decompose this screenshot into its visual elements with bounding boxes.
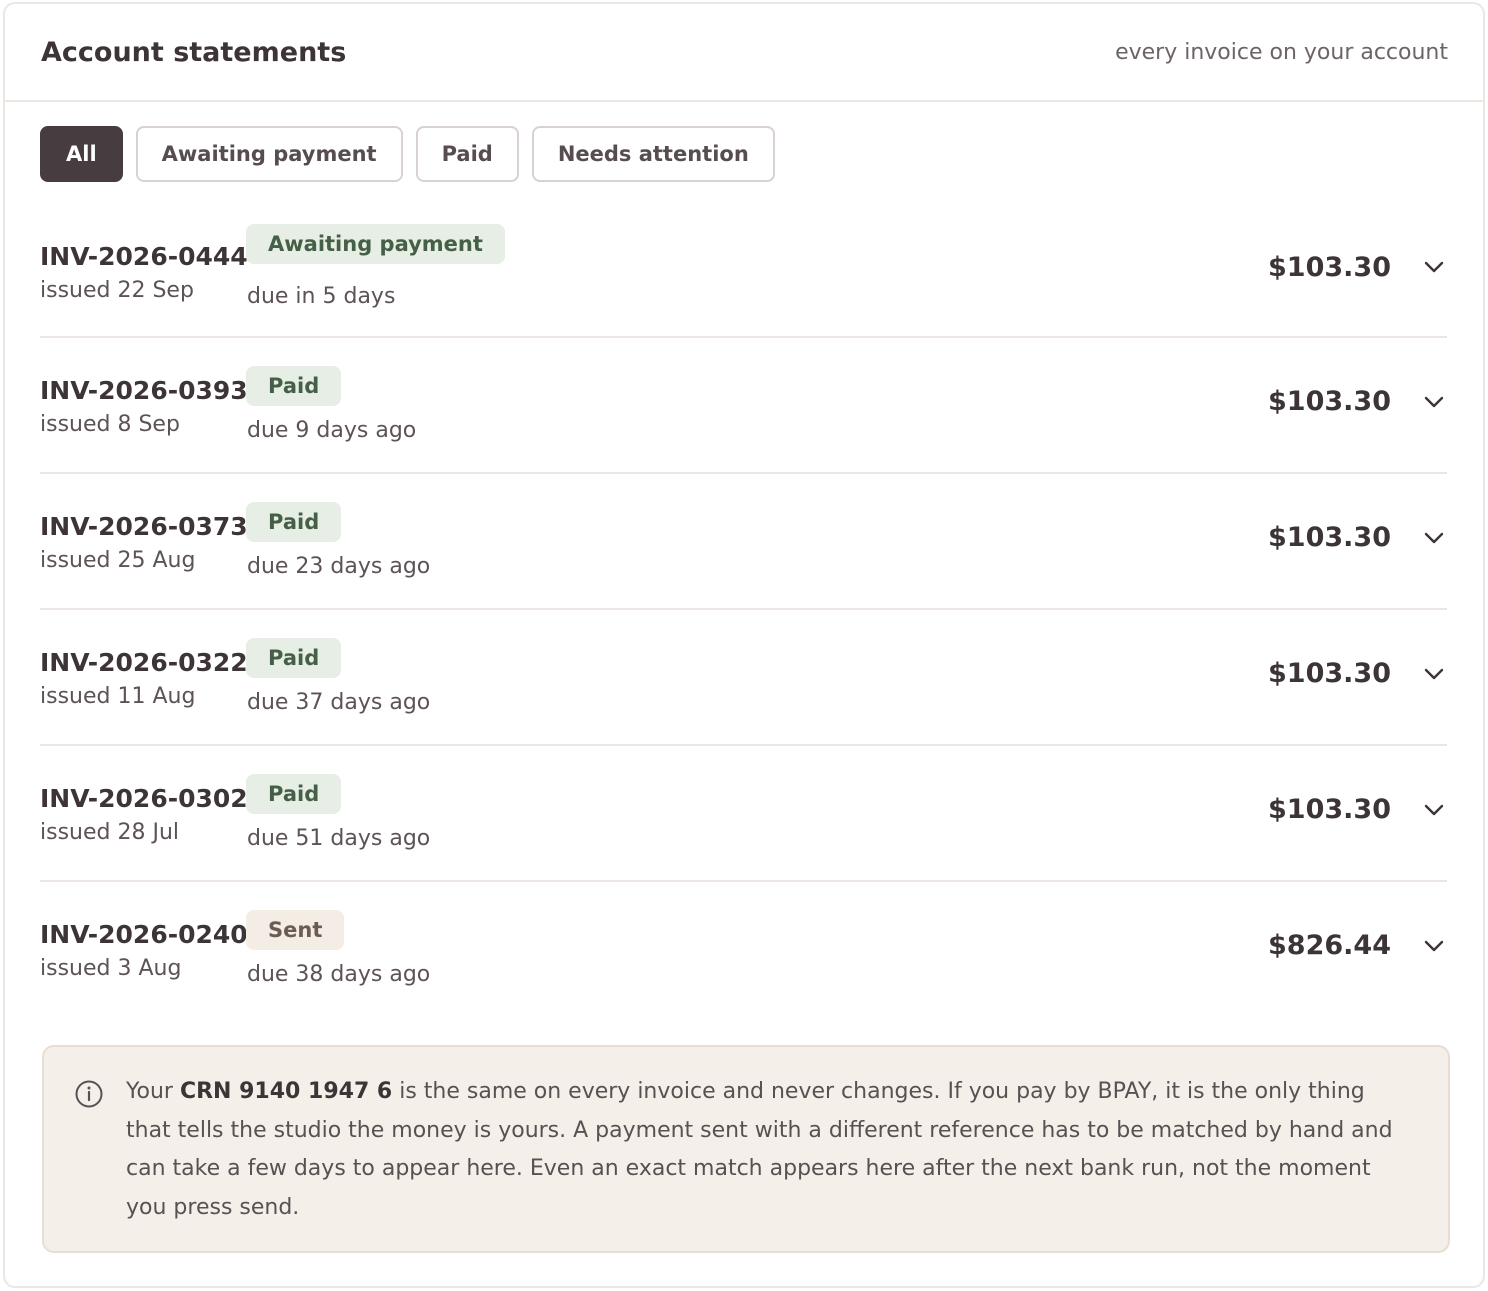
invoice-number: INV-2026-0444: [40, 242, 248, 271]
invoice-due-text: due 23 days ago: [247, 554, 431, 579]
invoice-amount: $826.44: [1268, 930, 1391, 961]
page-title: Account statements: [41, 36, 347, 68]
invoice-number: INV-2026-0302: [40, 784, 248, 813]
crn-notice: Your CRN 9140 1947 6 is the same on ever…: [42, 1045, 1450, 1253]
invoice-issued-date: issued 25 Aug: [40, 548, 196, 573]
page-subtitle: every invoice on your account: [1115, 39, 1448, 65]
invoice-number: INV-2026-0322: [40, 648, 248, 677]
filter-bar: All Awaiting payment Paid Needs attentio…: [5, 102, 1483, 182]
filter-needs-attention-button[interactable]: Needs attention: [531, 126, 775, 182]
status-badge: Paid: [246, 502, 342, 542]
chevron-down-icon[interactable]: [1423, 667, 1445, 681]
chevron-down-icon[interactable]: [1423, 803, 1445, 817]
invoice-issued-date: issued 8 Sep: [40, 412, 180, 437]
invoice-due-text: due 9 days ago: [247, 418, 417, 443]
invoice-amount: $103.30: [1268, 658, 1391, 689]
status-badge: Paid: [246, 774, 342, 814]
invoice-row[interactable]: INV-2026-0240 issued 3 Aug Sent due 38 days…: [40, 882, 1447, 1018]
invoice-number: INV-2026-0240: [40, 920, 248, 949]
invoice-number: INV-2026-0393: [40, 376, 248, 405]
notice-text: Your CRN 9140 1947 6 is the same on ever…: [126, 1073, 1408, 1227]
account-statements-card: Account statements every invoice on your…: [3, 2, 1485, 1288]
filter-all-button[interactable]: All: [40, 126, 123, 182]
invoice-row[interactable]: INV-2026-0302 issued 28 Jul Paid due 51 day…: [40, 746, 1447, 882]
invoice-row[interactable]: INV-2026-0322 issued 11 Aug Paid due 37 day…: [40, 610, 1447, 746]
invoice-issued-date: issued 3 Aug: [40, 956, 182, 981]
invoice-list: INV-2026-0444 issued 22 Sep Awaiting payme…: [40, 182, 1447, 1018]
crn-value: CRN 9140 1947 6: [179, 1079, 393, 1104]
invoice-amount: $103.30: [1268, 252, 1391, 283]
invoice-due-text: due in 5 days: [247, 284, 396, 309]
invoice-amount: $103.30: [1268, 794, 1391, 825]
invoice-issued-date: issued 22 Sep: [40, 278, 194, 303]
status-badge: Paid: [246, 366, 342, 406]
card-header: Account statements every invoice on your…: [5, 4, 1483, 102]
invoice-row[interactable]: INV-2026-0373 issued 25 Aug Paid due 23 day…: [40, 474, 1447, 610]
invoice-due-text: due 37 days ago: [247, 690, 431, 715]
chevron-down-icon[interactable]: [1423, 939, 1445, 953]
status-badge: Paid: [246, 638, 342, 678]
chevron-down-icon[interactable]: [1423, 260, 1445, 274]
invoice-row[interactable]: INV-2026-0393 issued 8 Sep Paid due 9 days …: [40, 338, 1447, 474]
invoice-amount: $103.30: [1268, 522, 1391, 553]
filter-awaiting-payment-button[interactable]: Awaiting payment: [135, 126, 403, 182]
invoice-due-text: due 38 days ago: [247, 962, 431, 987]
invoice-number: INV-2026-0373: [40, 512, 248, 541]
chevron-down-icon[interactable]: [1423, 395, 1445, 409]
info-icon: [75, 1080, 103, 1108]
notice-prefix: Your: [126, 1079, 180, 1104]
invoice-due-text: due 51 days ago: [247, 826, 431, 851]
invoice-issued-date: issued 28 Jul: [40, 820, 180, 845]
status-badge: Awaiting payment: [246, 224, 505, 264]
invoice-amount: $103.30: [1268, 386, 1391, 417]
invoice-row[interactable]: INV-2026-0444 issued 22 Sep Awaiting payme…: [40, 224, 1447, 338]
status-badge: Sent: [246, 910, 345, 950]
chevron-down-icon[interactable]: [1423, 531, 1445, 545]
invoice-issued-date: issued 11 Aug: [40, 684, 196, 709]
filter-paid-button[interactable]: Paid: [415, 126, 519, 182]
